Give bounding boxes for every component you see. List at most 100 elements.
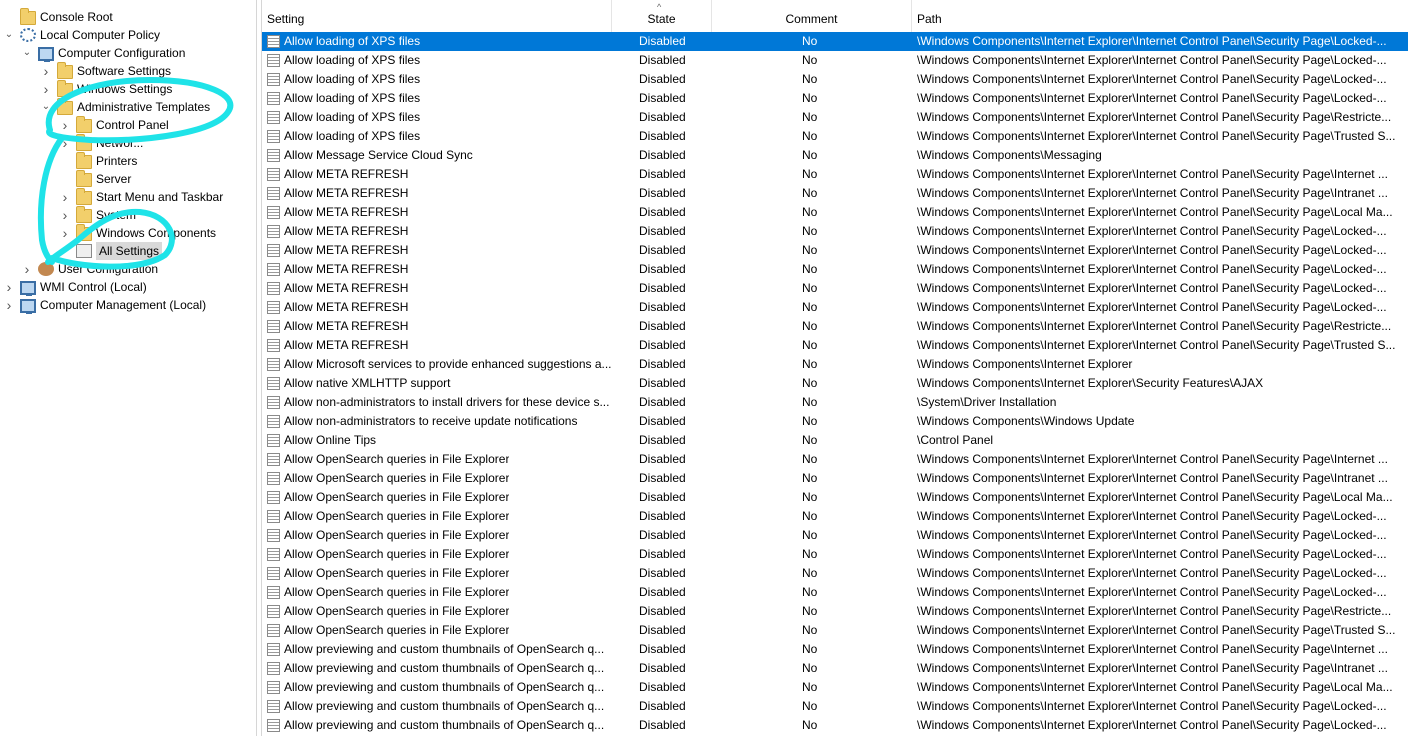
cell-path: \Windows Components\Internet Explorer\In…	[917, 205, 1393, 219]
cell-state: Disabled	[639, 490, 686, 504]
chevron-right-icon[interactable]: ›	[22, 260, 32, 278]
setting-name: Allow OpenSearch queries in File Explore…	[284, 528, 510, 542]
tree-node[interactable]: Server	[60, 170, 131, 188]
tree-node[interactable]: › User Configuration	[22, 260, 158, 278]
folder-icon	[57, 62, 73, 79]
tree-node[interactable]: All Settings	[60, 242, 163, 260]
table-row[interactable]: Allow previewing and custom thumbnails o…	[262, 640, 1408, 659]
table-row[interactable]: Allow META REFRESH Disabled No \Windows Com…	[262, 184, 1408, 203]
setting-name: Allow OpenSearch queries in File Explore…	[284, 471, 510, 485]
chevron-right-icon[interactable]: ›	[41, 62, 51, 80]
tree-node-label: Computer Configuration	[58, 46, 186, 60]
chevron-down-icon[interactable]: ⌄	[22, 44, 32, 62]
table-row[interactable]: Allow META REFRESH Disabled No \Windows Com…	[262, 279, 1408, 298]
column-header-comment[interactable]: Comment	[712, 0, 912, 32]
table-row[interactable]: Allow loading of XPS files Disabled No \Win…	[262, 108, 1408, 127]
cell-path: \Windows Components\Internet Explorer\In…	[917, 262, 1387, 276]
cell-setting: Allow previewing and custom thumbnails o…	[267, 716, 612, 735]
tree-node[interactable]: › System	[60, 206, 136, 224]
table-row[interactable]: Allow loading of XPS files Disabled No \Win…	[262, 127, 1408, 146]
tree-node[interactable]: ⌄ Administrative Templates	[41, 98, 210, 116]
column-header-path[interactable]: Path	[912, 0, 1408, 32]
cell-state: Disabled	[639, 642, 686, 656]
tree-node[interactable]: › Windows Components	[60, 224, 216, 242]
table-row[interactable]: Allow OpenSearch queries in File Explore…	[262, 621, 1408, 640]
chevron-down-icon[interactable]: ⌄	[4, 26, 14, 44]
cell-setting: Allow OpenSearch queries in File Explore…	[267, 564, 612, 583]
table-row[interactable]: Allow OpenSearch queries in File Explore…	[262, 602, 1408, 621]
cell-setting: Allow Microsoft services to provide enha…	[267, 355, 612, 374]
table-row[interactable]: Allow OpenSearch queries in File Explore…	[262, 507, 1408, 526]
chevron-right-icon[interactable]: ›	[60, 188, 70, 206]
tree-node[interactable]: › Start Menu and Taskbar	[60, 188, 223, 206]
table-row[interactable]: Allow OpenSearch queries in File Explore…	[262, 545, 1408, 564]
chevron-right-icon[interactable]: ›	[60, 206, 70, 224]
chevron-right-icon[interactable]: ›	[60, 116, 70, 134]
table-row[interactable]: Allow non-administrators to install driv…	[262, 393, 1408, 412]
table-row[interactable]: Allow Microsoft services to provide enha…	[262, 355, 1408, 374]
chevron-right-icon[interactable]: ›	[60, 134, 70, 152]
table-row[interactable]: Allow META REFRESH Disabled No \Windows Com…	[262, 241, 1408, 260]
tree-node[interactable]: › Software Settings	[41, 62, 171, 80]
cell-path: \Windows Components\Internet Explorer\In…	[917, 452, 1388, 466]
table-row[interactable]: Allow previewing and custom thumbnails o…	[262, 659, 1408, 678]
tree-node[interactable]: › Computer Management (Local)	[4, 296, 206, 314]
column-header-state[interactable]: State	[612, 0, 712, 32]
console-tree[interactable]: Console Root ⌄ Local Computer Policy ⌄ Compu…	[0, 0, 257, 736]
cell-setting: Allow previewing and custom thumbnails o…	[267, 640, 612, 659]
table-row[interactable]: Allow previewing and custom thumbnails o…	[262, 678, 1408, 697]
cell-setting: Allow META REFRESH	[267, 184, 612, 203]
cell-comment: No	[802, 604, 818, 618]
table-row[interactable]: Allow META REFRESH Disabled No \Windows Com…	[262, 222, 1408, 241]
table-row[interactable]: Allow META REFRESH Disabled No \Windows Com…	[262, 336, 1408, 355]
cell-path: \Windows Components\Internet Explorer\In…	[917, 319, 1392, 333]
table-row[interactable]: Allow previewing and custom thumbnails o…	[262, 697, 1408, 716]
cell-comment: No	[802, 699, 818, 713]
tree-node[interactable]: › WMI Control (Local)	[4, 278, 147, 296]
table-row[interactable]: Allow previewing and custom thumbnails o…	[262, 716, 1408, 735]
settings-list[interactable]: Setting State ^ Comment Path Allow loadi…	[261, 0, 1408, 736]
table-row[interactable]: Allow META REFRESH Disabled No \Windows Com…	[262, 298, 1408, 317]
table-row[interactable]: Allow loading of XPS files Disabled No \Win…	[262, 51, 1408, 70]
chevron-down-icon[interactable]: ⌄	[41, 98, 51, 116]
table-row[interactable]: Allow OpenSearch queries in File Explore…	[262, 469, 1408, 488]
chevron-right-icon[interactable]: ›	[60, 224, 70, 242]
table-row[interactable]: Allow OpenSearch queries in File Explore…	[262, 488, 1408, 507]
table-row[interactable]: Allow META REFRESH Disabled No \Windows Com…	[262, 165, 1408, 184]
chevron-right-icon[interactable]: ›	[41, 80, 51, 98]
tree-node[interactable]: › Networ...	[60, 134, 143, 152]
cell-comment: No	[802, 642, 818, 656]
cell-comment: No	[802, 680, 818, 694]
table-row[interactable]: Allow OpenSearch queries in File Explore…	[262, 450, 1408, 469]
tree-node[interactable]: Printers	[60, 152, 137, 170]
chevron-right-icon[interactable]: ›	[4, 296, 14, 314]
table-row[interactable]: Allow OpenSearch queries in File Explore…	[262, 564, 1408, 583]
tree-node[interactable]: › Windows Settings	[41, 80, 172, 98]
setting-name: Allow OpenSearch queries in File Explore…	[284, 509, 510, 523]
table-row[interactable]: Allow non-administrators to receive upda…	[262, 412, 1408, 431]
table-row[interactable]: Allow loading of XPS files Disabled No \Win…	[262, 32, 1408, 51]
table-row[interactable]: Allow loading of XPS files Disabled No \Win…	[262, 89, 1408, 108]
column-header-setting[interactable]: Setting	[262, 0, 612, 32]
cell-comment: No	[802, 224, 818, 238]
tree-node-label: Printers	[96, 154, 138, 168]
tree-node[interactable]: Console Root	[4, 8, 113, 26]
table-row[interactable]: Allow native XMLHTTP support Disabled No \W…	[262, 374, 1408, 393]
tree-node[interactable]: ⌄ Computer Configuration	[22, 44, 185, 62]
chevron-right-icon[interactable]: ›	[4, 278, 14, 296]
table-row[interactable]: Allow Message Service Cloud Sync Disabled…	[262, 146, 1408, 165]
table-row[interactable]: Allow OpenSearch queries in File Explore…	[262, 583, 1408, 602]
cell-path: \Windows Components\Internet Explorer\In…	[917, 585, 1387, 599]
table-row[interactable]: Allow META REFRESH Disabled No \Windows Com…	[262, 317, 1408, 336]
policy-setting-icon	[267, 54, 280, 67]
setting-name: Allow previewing and custom thumbnails o…	[284, 661, 605, 675]
table-row[interactable]: Allow Online Tips Disabled No \Control Pane…	[262, 431, 1408, 450]
tree-node[interactable]: ⌄ Local Computer Policy	[4, 26, 160, 44]
table-row[interactable]: Allow loading of XPS files Disabled No \Win…	[262, 70, 1408, 89]
table-row[interactable]: Allow OpenSearch queries in File Explore…	[262, 526, 1408, 545]
cell-state: Disabled	[639, 205, 686, 219]
table-row[interactable]: Allow META REFRESH Disabled No \Windows Com…	[262, 203, 1408, 222]
table-row[interactable]: Allow META REFRESH Disabled No \Windows Com…	[262, 260, 1408, 279]
tree-node[interactable]: › Control Panel	[60, 116, 169, 134]
